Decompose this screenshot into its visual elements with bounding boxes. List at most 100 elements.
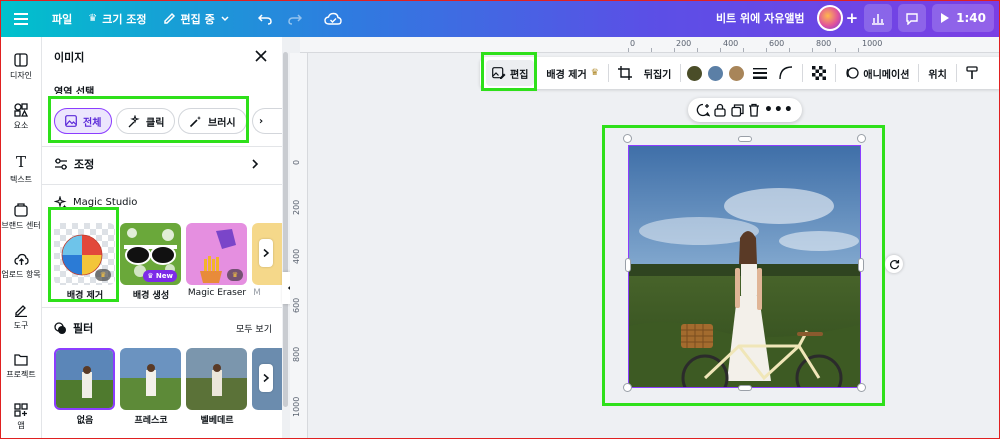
comment-icon: [906, 12, 918, 25]
resize-handle-bottom-left[interactable]: [623, 383, 632, 392]
ruler-label: 200: [292, 199, 301, 215]
chevron-down-icon: [221, 15, 229, 21]
ruler-label: 1000: [862, 39, 883, 48]
filters-next-button[interactable]: [259, 364, 273, 392]
separator: [918, 64, 920, 82]
trash-icon[interactable]: [748, 103, 760, 117]
bar-chart-icon: [872, 13, 885, 25]
resize-handle-left[interactable]: [625, 258, 631, 272]
collaborators[interactable]: +: [816, 5, 859, 31]
redo-icon: [287, 13, 302, 25]
ruler-label: 600: [769, 39, 785, 48]
color-swatch-tan[interactable]: [729, 65, 745, 81]
comment-add-icon[interactable]: [696, 103, 711, 117]
crown-icon: ♛: [590, 68, 599, 78]
adjust-row[interactable]: 조정: [54, 156, 94, 172]
comment-button[interactable]: [898, 4, 927, 32]
project-title[interactable]: 비트 위에 자유앨범: [716, 10, 805, 26]
plus-icon[interactable]: +: [846, 9, 859, 27]
image-toolbar: 편집 배경 제거 ♛ 뒤집기 애니메이션 위치: [480, 57, 1000, 89]
duplicate-icon[interactable]: [730, 103, 744, 117]
chip-all[interactable]: 전체: [54, 108, 113, 134]
rotate-button[interactable]: [885, 255, 903, 273]
magic-more-caption: M: [253, 288, 261, 298]
rail-item-apps[interactable]: 앱: [0, 403, 42, 431]
crop-button[interactable]: [612, 60, 638, 86]
color-swatch-blue[interactable]: [708, 65, 724, 81]
ruler-label: 200: [676, 39, 692, 48]
present-button[interactable]: 1:40: [932, 4, 994, 32]
magic-next-button[interactable]: [259, 239, 273, 267]
filter-fresco-caption: 프레스코: [134, 416, 168, 426]
bg-generate-caption: 배경 생성: [132, 291, 170, 301]
corner-rounding-button[interactable]: [773, 60, 799, 86]
file-menu[interactable]: 파일: [44, 5, 80, 33]
menu-button[interactable]: [6, 5, 36, 33]
cloud-save-button[interactable]: [316, 5, 350, 33]
panel-scrollbar[interactable]: [283, 52, 288, 407]
resize-handle-bottom-right[interactable]: [857, 383, 866, 392]
position-button[interactable]: 위치: [922, 60, 952, 86]
chip-click[interactable]: 클릭: [116, 108, 176, 134]
chip-more[interactable]: ›: [252, 108, 282, 134]
filter-none-thumb[interactable]: [54, 348, 115, 410]
magic-brush-icon: [189, 115, 201, 127]
rail-item-brand[interactable]: 브랜드 센터: [0, 203, 42, 231]
resize-button[interactable]: ♛ 크기 조정: [80, 5, 154, 33]
crop-icon: [617, 66, 632, 80]
rail-item-uploads[interactable]: 업로드 항목: [0, 253, 42, 280]
resize-handle-top[interactable]: [738, 136, 752, 142]
lock-icon[interactable]: [714, 103, 726, 117]
insights-button[interactable]: [864, 4, 893, 32]
animate-button[interactable]: 애니메이션: [839, 60, 915, 86]
border-style-button[interactable]: [747, 60, 773, 86]
more-icon[interactable]: •••: [764, 102, 794, 118]
resize-handle-top-left[interactable]: [623, 134, 632, 143]
avatar[interactable]: [816, 5, 843, 31]
see-all-link[interactable]: 모두 보기: [236, 322, 272, 335]
redo-button[interactable]: [280, 5, 310, 33]
magic-eraser-thumb[interactable]: ♛: [186, 223, 247, 285]
resize-handle-top-right[interactable]: [857, 134, 866, 143]
filter-icon: [54, 321, 66, 334]
transparency-button[interactable]: [806, 60, 832, 86]
crown-icon: ♛: [95, 269, 111, 281]
image-edit-icon: [492, 66, 506, 79]
chip-brush[interactable]: 브러시: [178, 108, 247, 134]
paint-format-button[interactable]: [960, 60, 984, 86]
separator: [680, 64, 682, 82]
filters-heading: 필터: [54, 320, 93, 336]
edit-image-button[interactable]: 편집: [486, 60, 535, 86]
separator: [802, 64, 804, 82]
apps-icon: [14, 403, 28, 417]
ruler-label: 800: [292, 346, 301, 362]
pencil-icon: [163, 12, 175, 24]
filter-belvedere-thumb[interactable]: [186, 348, 247, 410]
color-swatch-olive[interactable]: [687, 65, 703, 81]
chevron-right-icon: ›: [259, 115, 264, 127]
rail-item-text[interactable]: T 텍스트: [0, 153, 42, 185]
rail-item-design[interactable]: 디자인: [0, 53, 42, 81]
flip-button[interactable]: 뒤집기: [638, 60, 678, 86]
resize-handle-right[interactable]: [858, 258, 864, 272]
rail-item-tools[interactable]: 도구: [0, 303, 42, 331]
selected-image[interactable]: [628, 145, 861, 388]
bg-remove-button[interactable]: 배경 제거 ♛: [540, 60, 604, 86]
layout-icon: [14, 53, 28, 67]
chevron-right-icon[interactable]: [250, 158, 260, 170]
cloud-check-icon: [324, 12, 342, 25]
rail-item-projects[interactable]: 프로젝트: [0, 353, 42, 380]
resize-handle-bottom[interactable]: [738, 385, 752, 391]
undo-button[interactable]: [250, 5, 280, 33]
ruler-label: 600: [292, 297, 301, 313]
ruler-label: 0: [292, 159, 301, 165]
bg-generate-thumb[interactable]: ♛ New: [120, 223, 181, 285]
close-icon[interactable]: [252, 47, 270, 65]
edit-mode-dropdown[interactable]: 편집 중: [155, 5, 238, 33]
filter-fresco-thumb[interactable]: [120, 348, 181, 410]
divider: [42, 184, 282, 185]
bg-remove-thumb[interactable]: ♛: [54, 223, 115, 285]
rail-item-elements[interactable]: 요소: [0, 103, 42, 131]
ruler-label: 0: [630, 39, 636, 48]
section-select-label: 영역 선택: [54, 87, 95, 94]
